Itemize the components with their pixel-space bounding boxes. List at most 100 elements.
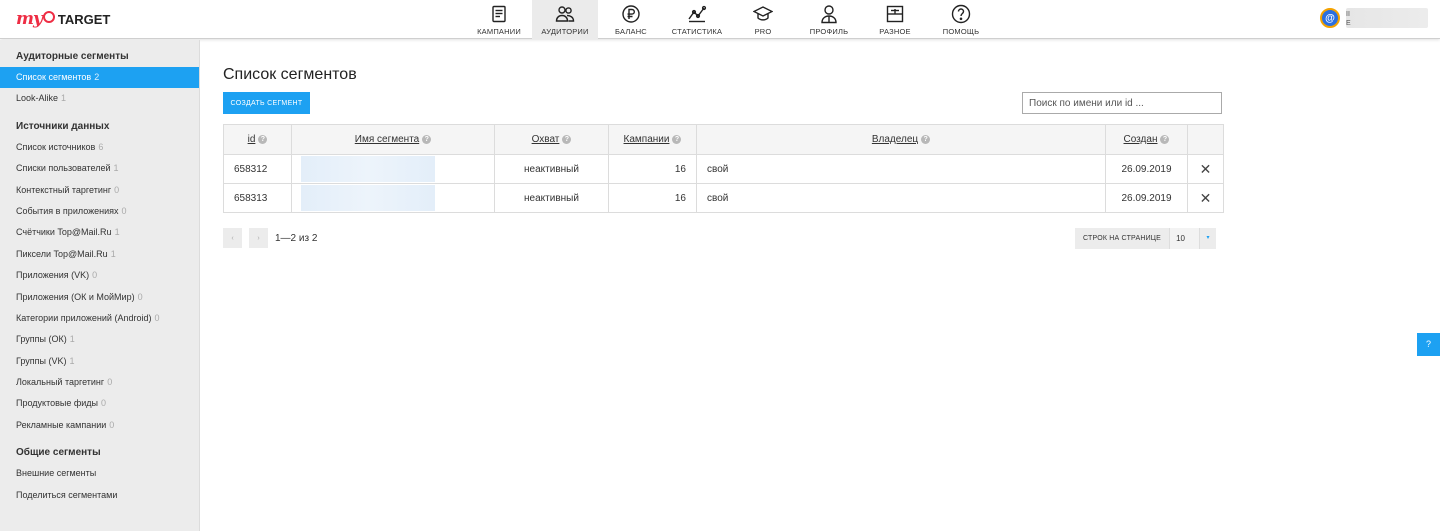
sidebar-item-context-targeting[interactable]: Контекстный таргетинг 0 (0, 180, 199, 201)
cell-created: 26.09.2019 (1105, 154, 1188, 184)
nav-label: АУДИТОРИИ (541, 27, 589, 36)
main-nav: КАМПАНИИ АУДИТОРИИ БАЛАНС СТАТИСТИКА PRO… (466, 0, 994, 39)
account-avatar-icon: @ (1320, 8, 1340, 28)
sidebar-heading-sources: Источники данных (16, 120, 110, 132)
table-row: 658313 неактивный 16 свой 26.09.2019 ✕ (223, 183, 1224, 213)
create-segment-button[interactable]: СОЗДАТЬ СЕГМЕНТ (223, 92, 310, 114)
column-campaigns[interactable]: Кампании? (608, 124, 697, 155)
misc-icon (886, 5, 904, 23)
prev-page-button[interactable]: ‹ (223, 228, 242, 248)
sidebar: Аудиторные сегменты Список сегментов 2 Lo… (0, 40, 200, 531)
cell-id: 658313 (223, 183, 292, 213)
nav-label: КАМПАНИИ (477, 27, 521, 36)
cell-created: 26.09.2019 (1105, 183, 1188, 213)
sidebar-heading-audience: Аудиторные сегменты (16, 51, 129, 62)
account-initials: II E (1346, 11, 1351, 27)
campaigns-icon (492, 5, 506, 23)
account-name-blurred (1346, 8, 1428, 28)
cell-name[interactable] (291, 183, 495, 213)
cell-delete: ✕ (1187, 154, 1224, 184)
question-icon[interactable]: ? (1160, 134, 1170, 144)
profile-icon (821, 5, 837, 24)
column-owner[interactable]: Владелец? (696, 124, 1106, 155)
nav-label: БАЛАНС (615, 27, 647, 36)
nav-item-audiences[interactable]: АУДИТОРИИ (532, 0, 598, 39)
top-header: my TARGET КАМПАНИИ АУДИТОРИИ БАЛАНС СТАТ… (0, 0, 1440, 39)
cell-cover: неактивный (494, 183, 609, 213)
nav-label: PRO (754, 27, 772, 36)
question-icon[interactable]: ? (921, 134, 931, 144)
cell-owner: свой (696, 154, 1106, 184)
graduation-cap-icon (753, 6, 773, 21)
delete-icon[interactable]: ✕ (1200, 161, 1212, 177)
nav-item-statistics[interactable]: СТАТИСТИКА (664, 0, 730, 39)
logo-my: my (16, 9, 43, 29)
question-icon[interactable]: ? (422, 134, 432, 144)
logo-target: TARGET (57, 11, 111, 27)
nav-item-campaigns[interactable]: КАМПАНИИ (466, 0, 532, 39)
ruble-icon (622, 5, 640, 23)
sidebar-item-top-counters[interactable]: Счётчики Top@Mail.Ru 1 (0, 222, 199, 243)
sidebar-heading-common: Общие сегменты (16, 447, 101, 459)
column-name[interactable]: Имя сегмента? (291, 124, 495, 155)
nav-label: РАЗНОЕ (879, 27, 911, 36)
audiences-icon (555, 6, 575, 22)
cell-campaigns-link[interactable]: 16 (608, 183, 697, 213)
nav-item-profile[interactable]: ПРОФИЛЬ (796, 0, 862, 39)
sidebar-item-groups-ok[interactable]: Группы (ОК) 1 (0, 329, 199, 350)
table-row: 658312 неактивный 16 свой 26.09.2019 ✕ (223, 154, 1224, 184)
search-input[interactable] (1022, 92, 1222, 114)
nav-item-help[interactable]: ПОМОЩЬ (928, 0, 994, 39)
nav-item-balance[interactable]: БАЛАНС (598, 0, 664, 39)
sidebar-item-local-targeting[interactable]: Локальный таргетинг 0 (0, 372, 199, 393)
next-page-button[interactable]: › (249, 228, 268, 248)
cell-owner: свой (696, 183, 1106, 213)
sidebar-item-external-segments[interactable]: Внешние сегменты (0, 463, 199, 484)
nav-item-misc[interactable]: РАЗНОЕ (862, 0, 928, 39)
rows-per-page-select[interactable]: СТРОК НА СТРАНИЦЕ 10 ▾ (1075, 228, 1217, 249)
sidebar-item-top-pixels[interactable]: Пиксели Top@Mail.Ru 1 (0, 244, 199, 265)
statistics-icon (688, 5, 707, 23)
column-created[interactable]: Создан? (1105, 124, 1188, 155)
sidebar-item-app-categories[interactable]: Категории приложений (Android) 0 (0, 308, 199, 329)
column-id[interactable]: id? (223, 124, 292, 155)
rows-per-page-value[interactable]: 10 (1169, 228, 1200, 249)
sidebar-item-app-events[interactable]: События в приложениях 0 (0, 201, 199, 222)
cell-name[interactable] (291, 154, 495, 184)
delete-icon[interactable]: ✕ (1200, 190, 1212, 206)
sidebar-item-sources-list[interactable]: Список источников 6 (0, 137, 199, 158)
sidebar-item-share-segments[interactable]: Поделиться сегментами (0, 485, 199, 506)
question-icon[interactable]: ? (562, 134, 572, 144)
cell-delete: ✕ (1187, 183, 1224, 213)
sidebar-item-apps-vk[interactable]: Приложения (VK) 0 (0, 265, 199, 286)
table-header-row: id? Имя сегмента? Охват? Кампании? Владе… (223, 124, 1224, 155)
mytarget-logo[interactable]: my TARGET (16, 8, 110, 30)
nav-label: СТАТИСТИКА (671, 27, 723, 36)
cell-campaigns-link[interactable]: 16 (608, 154, 697, 184)
logo-ring-icon (42, 11, 55, 23)
sidebar-item-groups-vk[interactable]: Группы (VK) 1 (0, 351, 199, 372)
sidebar-item-segments-list[interactable]: Список сегментов 2 (0, 67, 199, 89)
sidebar-item-lookalike[interactable]: Look-Alike 1 (0, 88, 199, 109)
question-icon[interactable]: ? (672, 134, 682, 144)
nav-label: ПРОФИЛЬ (809, 27, 849, 36)
pagination-info: 1—2 из 2 (275, 232, 318, 244)
pagination: ‹ › 1—2 из 2 (223, 228, 317, 248)
page-title: Список сегментов (223, 66, 357, 83)
column-actions (1187, 124, 1224, 155)
sidebar-item-product-feeds[interactable]: Продуктовые фиды 0 (0, 393, 199, 414)
segment-name-blurred[interactable] (301, 156, 435, 182)
sidebar-item-user-lists[interactable]: Списки пользователей 1 (0, 158, 199, 179)
chevron-down-icon[interactable]: ▾ (1199, 228, 1217, 249)
segments-table: id? Имя сегмента? Охват? Кампании? Владе… (223, 124, 1224, 213)
sidebar-item-apps-ok[interactable]: Приложения (ОК и МойМир) 0 (0, 287, 199, 308)
column-cover[interactable]: Охват? (494, 124, 609, 155)
account-menu[interactable]: @ II E (1320, 8, 1428, 28)
sidebar-item-ad-campaigns[interactable]: Рекламные кампании 0 (0, 415, 199, 436)
segment-name-blurred[interactable] (301, 185, 435, 211)
cell-cover: неактивный (494, 154, 609, 184)
question-icon[interactable]: ? (258, 134, 268, 144)
nav-item-pro[interactable]: PRO (730, 0, 796, 39)
rows-per-page-label: СТРОК НА СТРАНИЦЕ (1075, 228, 1170, 249)
floating-help-button[interactable]: ? (1417, 333, 1440, 356)
